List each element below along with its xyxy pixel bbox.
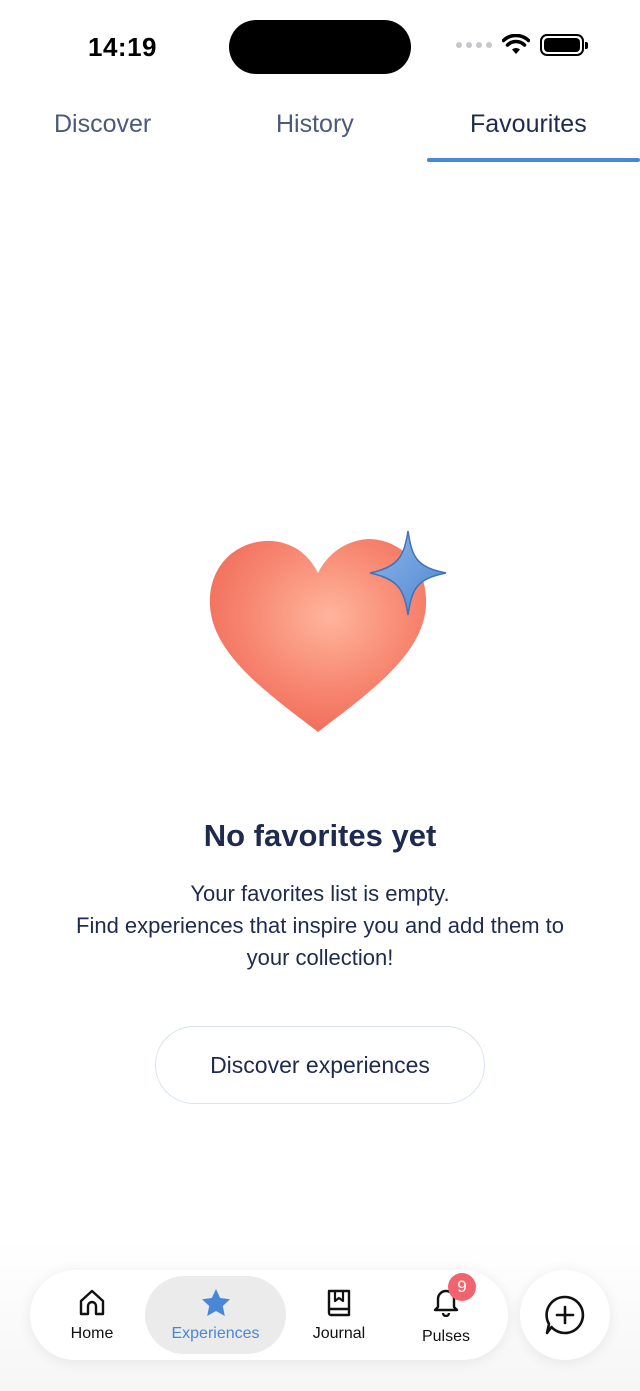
empty-state-line-3: your collection! <box>246 945 394 970</box>
nav-label-home: Home <box>70 1325 114 1342</box>
nav-item-pulses[interactable]: 9 Pulses <box>406 1270 486 1360</box>
notification-badge: 9 <box>448 1272 476 1301</box>
chat-add-icon <box>545 1295 585 1335</box>
empty-state-title: No favorites yet <box>203 818 437 853</box>
nav-item-experiences[interactable]: Experiences <box>145 1276 286 1354</box>
new-chat-button[interactable] <box>520 1270 610 1360</box>
nav-label-experiences: Experiences <box>171 1325 260 1342</box>
tab-history[interactable]: History <box>276 110 354 139</box>
empty-state-description: Your favorites list is empty. Find exper… <box>30 878 610 974</box>
battery-icon <box>540 34 588 56</box>
nav-item-journal[interactable]: Journal <box>300 1270 378 1360</box>
wifi-icon <box>502 34 530 54</box>
active-tab-indicator <box>427 158 640 162</box>
nav-label-pulses: Pulses <box>421 1327 471 1345</box>
nav-label-journal: Journal <box>312 1325 366 1342</box>
status-icons <box>456 34 588 56</box>
journal-icon <box>327 1289 351 1317</box>
tab-favourites[interactable]: Favourites <box>470 110 587 139</box>
nav-item-home[interactable]: Home <box>52 1270 132 1360</box>
status-time: 14:19 <box>88 32 157 62</box>
status-bar: 14:19 <box>0 0 640 96</box>
top-tabs: Discover History Favourites <box>0 96 640 166</box>
home-icon <box>79 1289 105 1316</box>
empty-state-line-2: Find experiences that inspire you and ad… <box>76 913 564 938</box>
heart-with-sparkle-icon <box>209 530 447 732</box>
discover-experiences-button[interactable]: Discover experiences <box>155 1026 485 1104</box>
dynamic-island <box>229 20 411 74</box>
empty-state-line-1: Your favorites list is empty. <box>190 881 450 906</box>
tab-discover[interactable]: Discover <box>54 110 151 139</box>
signal-icon <box>456 42 492 48</box>
bottom-nav: Home Experiences Journal 9 Pulses <box>30 1270 508 1360</box>
star-icon <box>201 1289 230 1316</box>
